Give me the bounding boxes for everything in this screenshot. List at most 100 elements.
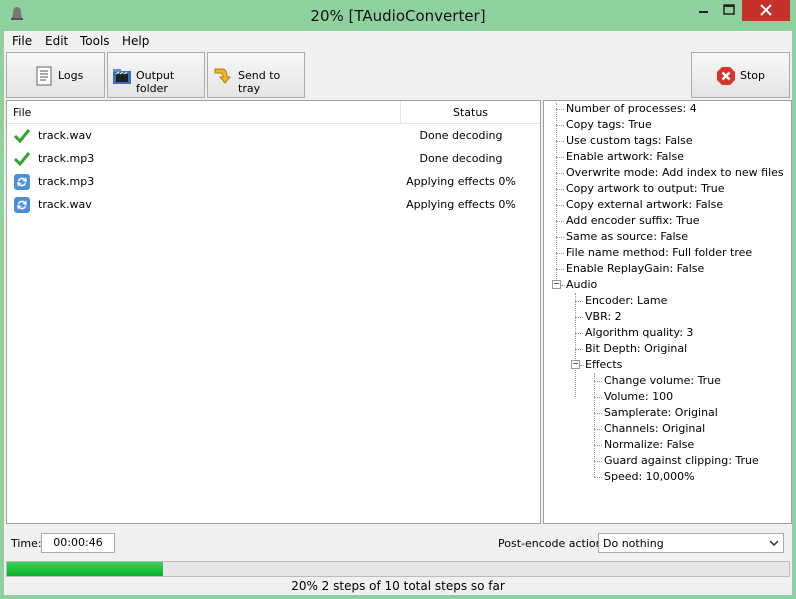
file-name: track.wav bbox=[38, 129, 92, 142]
tree-line bbox=[556, 253, 564, 255]
tree-line bbox=[594, 397, 602, 399]
tree-item[interactable]: Enable artwork: False bbox=[566, 149, 684, 165]
tree-line bbox=[556, 125, 564, 127]
tree-line bbox=[556, 157, 564, 159]
refresh-icon bbox=[14, 174, 30, 190]
refresh-icon bbox=[14, 197, 30, 213]
file-row[interactable]: track.mp3 Applying effects 0% bbox=[7, 171, 540, 194]
menu-edit[interactable]: Edit bbox=[45, 34, 68, 48]
column-header-status[interactable]: Status bbox=[401, 106, 540, 119]
tree-item[interactable]: Change volume: True bbox=[604, 373, 721, 389]
tree-line bbox=[594, 413, 602, 415]
tree-item[interactable]: Copy artwork to output: True bbox=[566, 181, 724, 197]
tree-node-audio[interactable]: Audio bbox=[566, 277, 597, 293]
arrow-down-icon bbox=[214, 68, 232, 84]
file-name: track.wav bbox=[38, 198, 92, 211]
tree-line bbox=[575, 333, 583, 335]
maximize-button[interactable] bbox=[716, 0, 742, 21]
tree-item[interactable]: Channels: Original bbox=[604, 421, 705, 437]
output-folder-label: Output folder bbox=[136, 69, 175, 95]
tree-item[interactable]: Normalize: False bbox=[604, 437, 694, 453]
file-row[interactable]: track.wav Done decoding bbox=[7, 125, 540, 148]
menu-file[interactable]: File bbox=[12, 34, 32, 48]
tree-line bbox=[594, 461, 602, 463]
tree-line bbox=[556, 173, 564, 175]
stop-button[interactable]: Stop bbox=[691, 52, 790, 98]
file-list[interactable]: File Status track.wav Done decoding trac… bbox=[6, 100, 541, 524]
file-name: track.mp3 bbox=[38, 175, 95, 188]
column-header-file[interactable]: File bbox=[13, 106, 31, 119]
tree-line bbox=[556, 141, 564, 143]
tree-item[interactable]: Volume: 100 bbox=[604, 389, 673, 405]
client-area: File Edit Tools Help Logs Output folder bbox=[4, 31, 792, 595]
collapse-effects-icon[interactable]: − bbox=[571, 360, 580, 369]
tree-line bbox=[561, 285, 565, 287]
status-text: 20% 2 steps of 10 total steps so far bbox=[291, 579, 505, 593]
tree-line bbox=[580, 365, 584, 367]
file-list-header: File Status bbox=[7, 101, 540, 124]
file-row[interactable]: track.wav Applying effects 0% bbox=[7, 194, 540, 217]
tree-line bbox=[556, 237, 564, 239]
output-folder-button[interactable]: Output folder bbox=[107, 52, 205, 98]
tree-node-effects[interactable]: Effects bbox=[585, 357, 622, 373]
check-icon bbox=[13, 152, 31, 167]
menu-bar: File Edit Tools Help bbox=[4, 31, 792, 51]
file-name: track.mp3 bbox=[38, 152, 95, 165]
close-button[interactable] bbox=[742, 0, 790, 21]
file-status: Done decoding bbox=[419, 152, 503, 165]
tree-item[interactable]: Same as source: False bbox=[566, 229, 688, 245]
menu-tools[interactable]: Tools bbox=[80, 34, 110, 48]
document-icon bbox=[36, 66, 52, 86]
file-status: Done decoding bbox=[419, 129, 503, 142]
time-label: Time: bbox=[11, 537, 42, 550]
tree-item[interactable]: Bit Depth: Original bbox=[585, 341, 687, 357]
maximize-icon bbox=[723, 4, 735, 15]
tree-line bbox=[556, 221, 564, 223]
tree-line bbox=[556, 109, 564, 111]
send-to-tray-label: Send to tray bbox=[238, 69, 281, 95]
tree-item[interactable]: Copy tags: True bbox=[566, 117, 652, 133]
send-to-tray-button[interactable]: Send to tray bbox=[207, 52, 305, 98]
post-encode-select[interactable]: Do nothing bbox=[598, 533, 784, 553]
close-icon bbox=[760, 4, 772, 16]
collapse-audio-icon[interactable]: − bbox=[552, 280, 561, 289]
tree-line bbox=[556, 189, 564, 191]
tree-item[interactable]: Algorithm quality: 3 bbox=[585, 325, 693, 341]
tree-item[interactable]: Add encoder suffix: True bbox=[566, 213, 700, 229]
tree-line bbox=[594, 429, 602, 431]
minimize-button[interactable] bbox=[690, 0, 716, 21]
stop-icon bbox=[717, 67, 735, 85]
tree-line bbox=[556, 269, 564, 271]
tree-line bbox=[575, 301, 583, 303]
check-icon bbox=[13, 129, 31, 144]
tree-line bbox=[594, 381, 602, 383]
tree-item[interactable]: File name method: Full folder tree bbox=[566, 245, 752, 261]
tree-line bbox=[594, 477, 602, 479]
minimize-icon bbox=[699, 11, 708, 13]
clapperboard-folder-icon bbox=[113, 69, 131, 84]
tree-item[interactable]: Overwrite mode: Add index to new files bbox=[566, 165, 784, 181]
file-row[interactable]: track.mp3 Done decoding bbox=[7, 148, 540, 171]
logs-button[interactable]: Logs bbox=[6, 52, 105, 98]
tree-item[interactable]: Encoder: Lame bbox=[585, 293, 667, 309]
tree-item[interactable]: VBR: 2 bbox=[585, 309, 622, 325]
tree-item[interactable]: Speed: 10,000% bbox=[604, 469, 695, 485]
tree-item[interactable]: Copy external artwork: False bbox=[566, 197, 723, 213]
title-bar[interactable]: 20% [TAudioConverter] bbox=[0, 0, 796, 31]
file-status: Applying effects 0% bbox=[406, 175, 516, 188]
tree-line bbox=[575, 349, 583, 351]
tree-line bbox=[575, 293, 577, 397]
tree-item[interactable]: Number of processes: 4 bbox=[566, 101, 697, 117]
tree-item[interactable]: Use custom tags: False bbox=[566, 133, 693, 149]
app-window: 20% [TAudioConverter] File Edit Tools He… bbox=[0, 0, 796, 599]
post-encode-label: Post-encode action: bbox=[498, 537, 607, 550]
menu-help[interactable]: Help bbox=[122, 34, 149, 48]
tree-item[interactable]: Samplerate: Original bbox=[604, 405, 718, 421]
progress-bar bbox=[6, 561, 790, 577]
time-field[interactable]: 00:00:46 bbox=[41, 533, 115, 553]
tree-item[interactable]: Enable ReplayGain: False bbox=[566, 261, 704, 277]
settings-tree[interactable]: Number of processes: 4 Copy tags: True U… bbox=[543, 100, 792, 524]
window-title: 20% [TAudioConverter] bbox=[310, 7, 486, 25]
tree-line bbox=[556, 103, 558, 283]
tree-item[interactable]: Guard against clipping: True bbox=[604, 453, 759, 469]
